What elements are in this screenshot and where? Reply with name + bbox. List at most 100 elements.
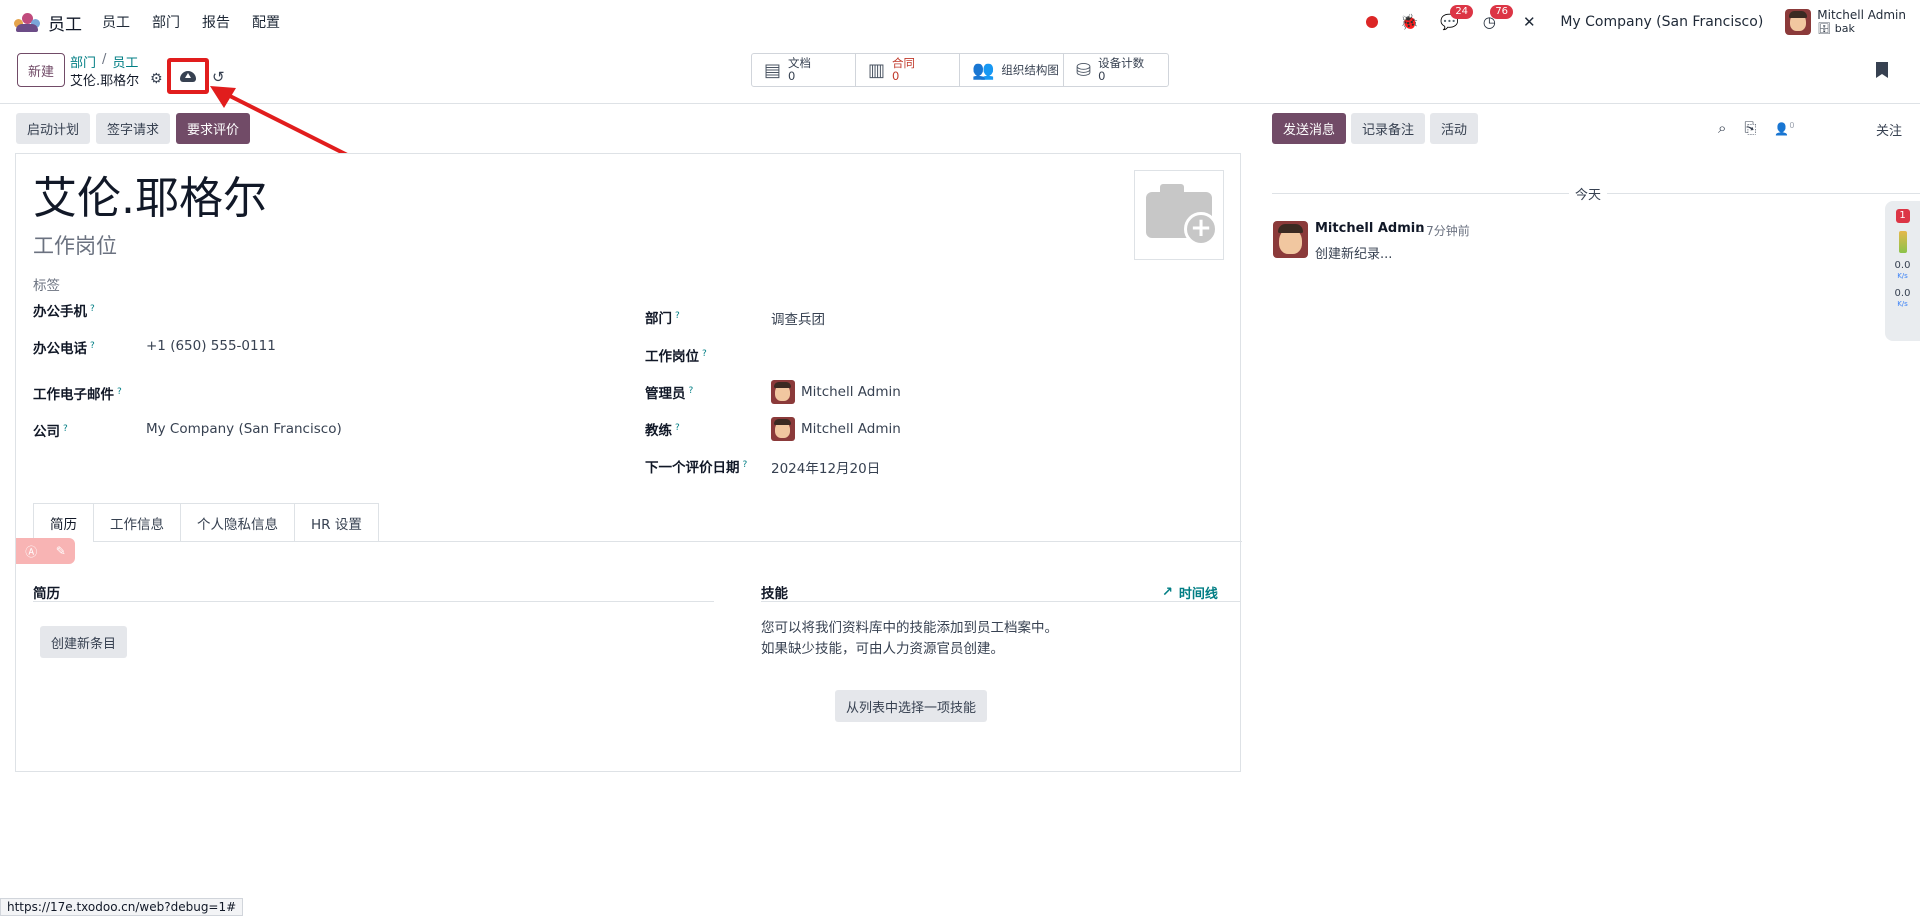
messages-count-badge: 24 bbox=[1450, 5, 1474, 19]
menu-item-employees[interactable]: 员工 bbox=[102, 12, 130, 32]
chatter-tools: ⌕ ⎘ 👤0 bbox=[1718, 119, 1794, 137]
create-resume-entry-button[interactable]: 创建新条目 bbox=[40, 626, 128, 658]
search-icon[interactable]: ⌕ bbox=[1718, 119, 1726, 137]
field-label-work-email: 工作电子邮件? bbox=[33, 386, 122, 404]
smart-buttons: ▤ 文档 0 ▥ 合同 0 👥 组织结构图 ⛁ 设备计数 0 bbox=[751, 53, 1169, 87]
manager-input[interactable]: Mitchell Admin bbox=[771, 380, 901, 404]
menu-item-departments[interactable]: 部门 bbox=[152, 12, 180, 32]
work-mobile-input[interactable] bbox=[146, 300, 586, 320]
form-sheet: 艾伦.耶格尔 工作岗位 标签 + 办公手机? 办公电话? +1 (650) 55… bbox=[15, 153, 1242, 772]
form-tabs: 简历 工作信息 个人隐私信息 HR 设置 bbox=[33, 503, 379, 542]
control-panel: 新建 部门 / 员工 艾伦.耶格尔 ⚙ ↺ ▤ 文档 0 ▥ 合同 0 👥 组织结构… bbox=[0, 44, 1920, 104]
discard-undo-icon[interactable]: ↺ bbox=[212, 68, 225, 86]
company-switcher[interactable]: My Company (San Francisco) bbox=[1560, 14, 1763, 30]
ai-tools: Ⓐ ✎ bbox=[16, 538, 75, 564]
chatter-actions: 发送消息 记录备注 活动 bbox=[1272, 113, 1479, 144]
skills-section-title: 技能 bbox=[761, 586, 788, 602]
resume-section-title: 简历 bbox=[33, 586, 60, 602]
tab-work-information[interactable]: 工作信息 bbox=[93, 503, 181, 541]
employees-app-icon bbox=[14, 13, 40, 32]
document-icon: ▤ bbox=[764, 59, 782, 81]
coach-input[interactable]: Mitchell Admin bbox=[771, 417, 901, 441]
org-chart-icon: 👥 bbox=[972, 59, 995, 81]
paperclip-icon[interactable]: ⎘ bbox=[1744, 119, 1756, 137]
save-button[interactable] bbox=[167, 58, 209, 94]
work-email-input[interactable] bbox=[146, 383, 586, 403]
follow-button[interactable]: 关注 bbox=[1876, 120, 1902, 139]
field-label-company: 公司? bbox=[33, 423, 68, 441]
line-chart-icon: ↗ bbox=[1162, 585, 1173, 600]
main-menu: 员工 部门 报告 配置 bbox=[102, 12, 280, 32]
widget-badge: 1 bbox=[1895, 209, 1910, 223]
message-author[interactable]: Mitchell Admin bbox=[1315, 221, 1424, 236]
activities-clock-icon[interactable]: ◷ 76 bbox=[1480, 5, 1514, 31]
menu-item-reporting[interactable]: 报告 bbox=[202, 12, 230, 32]
network-speed-widget[interactable]: 1 0.0 K/s 0.0 K/s bbox=[1885, 201, 1920, 341]
messages-icon[interactable]: 💬 24 bbox=[1440, 5, 1474, 31]
smart-button-equipment[interactable]: ⛁ 设备计数 0 bbox=[1064, 54, 1168, 86]
new-record-button[interactable]: 新建 bbox=[17, 53, 65, 87]
smart-button-documents[interactable]: ▤ 文档 0 bbox=[752, 54, 856, 86]
activities-count-badge: 76 bbox=[1490, 5, 1514, 19]
bookmark-icon[interactable] bbox=[1876, 62, 1888, 78]
next-appraisal-date-input[interactable]: 2024年12月20日 bbox=[771, 457, 880, 477]
field-label-work-phone: 办公电话? bbox=[33, 340, 95, 358]
field-label-department: 部门? bbox=[645, 310, 680, 328]
message-author-avatar[interactable] bbox=[1273, 221, 1308, 258]
debug-bug-icon[interactable]: 🐞 bbox=[1400, 13, 1419, 31]
launch-plan-button[interactable]: 启动计划 bbox=[16, 113, 91, 144]
company-input[interactable]: My Company (San Francisco) bbox=[146, 421, 342, 437]
breadcrumb-employees[interactable]: 员工 bbox=[112, 52, 138, 71]
app-home-button[interactable]: 员工 bbox=[14, 10, 82, 35]
magic-wand-icon[interactable]: ✎ bbox=[56, 544, 66, 558]
tab-private-information[interactable]: 个人隐私信息 bbox=[180, 503, 295, 541]
recording-indicator-icon[interactable] bbox=[1366, 16, 1379, 28]
coach-avatar bbox=[771, 417, 795, 441]
field-label-coach: 教练? bbox=[645, 422, 680, 440]
manager-avatar bbox=[771, 380, 795, 404]
employee-name-input[interactable]: 艾伦.耶格尔 bbox=[33, 171, 267, 227]
gear-icon[interactable]: ⚙ bbox=[150, 71, 163, 87]
menu-item-configuration[interactable]: 配置 bbox=[252, 12, 280, 32]
contract-icon: ▥ bbox=[868, 59, 886, 81]
pick-skill-button[interactable]: 从列表中选择一项技能 bbox=[835, 690, 988, 722]
timeline-button[interactable]: ↗ 时间线 bbox=[1162, 583, 1218, 602]
request-appraisal-button[interactable]: 要求评价 bbox=[176, 113, 251, 144]
skills-help-text: 您可以将我们资料库中的技能添加到员工档案中。 如果缺少技能，可由人力资源官员创建… bbox=[761, 620, 1058, 657]
employee-photo-upload[interactable]: + bbox=[1134, 170, 1224, 260]
tab-hr-settings[interactable]: HR 设置 bbox=[294, 503, 379, 541]
tab-resume[interactable]: 简历 bbox=[33, 503, 94, 542]
followers-button[interactable]: 👤0 bbox=[1774, 121, 1794, 136]
send-message-button[interactable]: 发送消息 bbox=[1272, 113, 1347, 144]
smart-button-contracts[interactable]: ▥ 合同 0 bbox=[856, 54, 960, 86]
field-label-job-position: 工作岗位? bbox=[645, 348, 707, 366]
job-position-input[interactable] bbox=[771, 345, 1211, 365]
department-input[interactable]: 调查兵团 bbox=[771, 308, 825, 328]
navbar-systray: 🐞 💬 24 ◷ 76 ✕ My Company (San Francisco) M… bbox=[1366, 5, 1906, 35]
log-note-button[interactable]: 记录备注 bbox=[1351, 113, 1426, 144]
breadcrumb: 部门 / 员工 bbox=[70, 52, 138, 71]
manager-name: Mitchell Admin bbox=[801, 384, 901, 400]
field-label-next-appraisal: 下一个评价日期? bbox=[645, 459, 748, 477]
sign-request-button[interactable]: 签字请求 bbox=[96, 113, 171, 144]
top-navbar: 员工 员工 部门 报告 配置 🐞 💬 24 ◷ 76 ✕ My Company (S… bbox=[0, 0, 1920, 44]
breadcrumb-departments[interactable]: 部门 bbox=[70, 52, 96, 71]
date-separator-label: 今天 bbox=[1569, 184, 1608, 203]
breadcrumb-separator: / bbox=[102, 52, 107, 67]
tags-input[interactable]: 标签 bbox=[33, 274, 60, 294]
user-avatar bbox=[1785, 9, 1812, 35]
cloud-upload-icon bbox=[180, 70, 196, 82]
tools-icon[interactable]: ✕ bbox=[1520, 13, 1538, 31]
status-bar-url: https://17e.txodoo.cn/web?debug=1# bbox=[0, 898, 244, 916]
download-speed: 0.0 K/s bbox=[1894, 288, 1911, 309]
user-menu[interactable]: Mitchell Admin 🗄 bak bbox=[1785, 9, 1906, 35]
smart-button-org-chart[interactable]: 👥 组织结构图 bbox=[960, 54, 1064, 86]
database-name: 🗄 bak bbox=[1817, 22, 1855, 35]
battery-icon bbox=[1898, 231, 1907, 253]
job-title-input[interactable]: 工作岗位 bbox=[33, 230, 117, 260]
current-record-name: 艾伦.耶格尔 bbox=[70, 74, 140, 89]
resume-divider bbox=[33, 601, 714, 602]
work-phone-input[interactable]: +1 (650) 555-0111 bbox=[146, 338, 276, 354]
ai-icon[interactable]: Ⓐ bbox=[25, 543, 37, 560]
activity-button[interactable]: 活动 bbox=[1430, 113, 1479, 144]
